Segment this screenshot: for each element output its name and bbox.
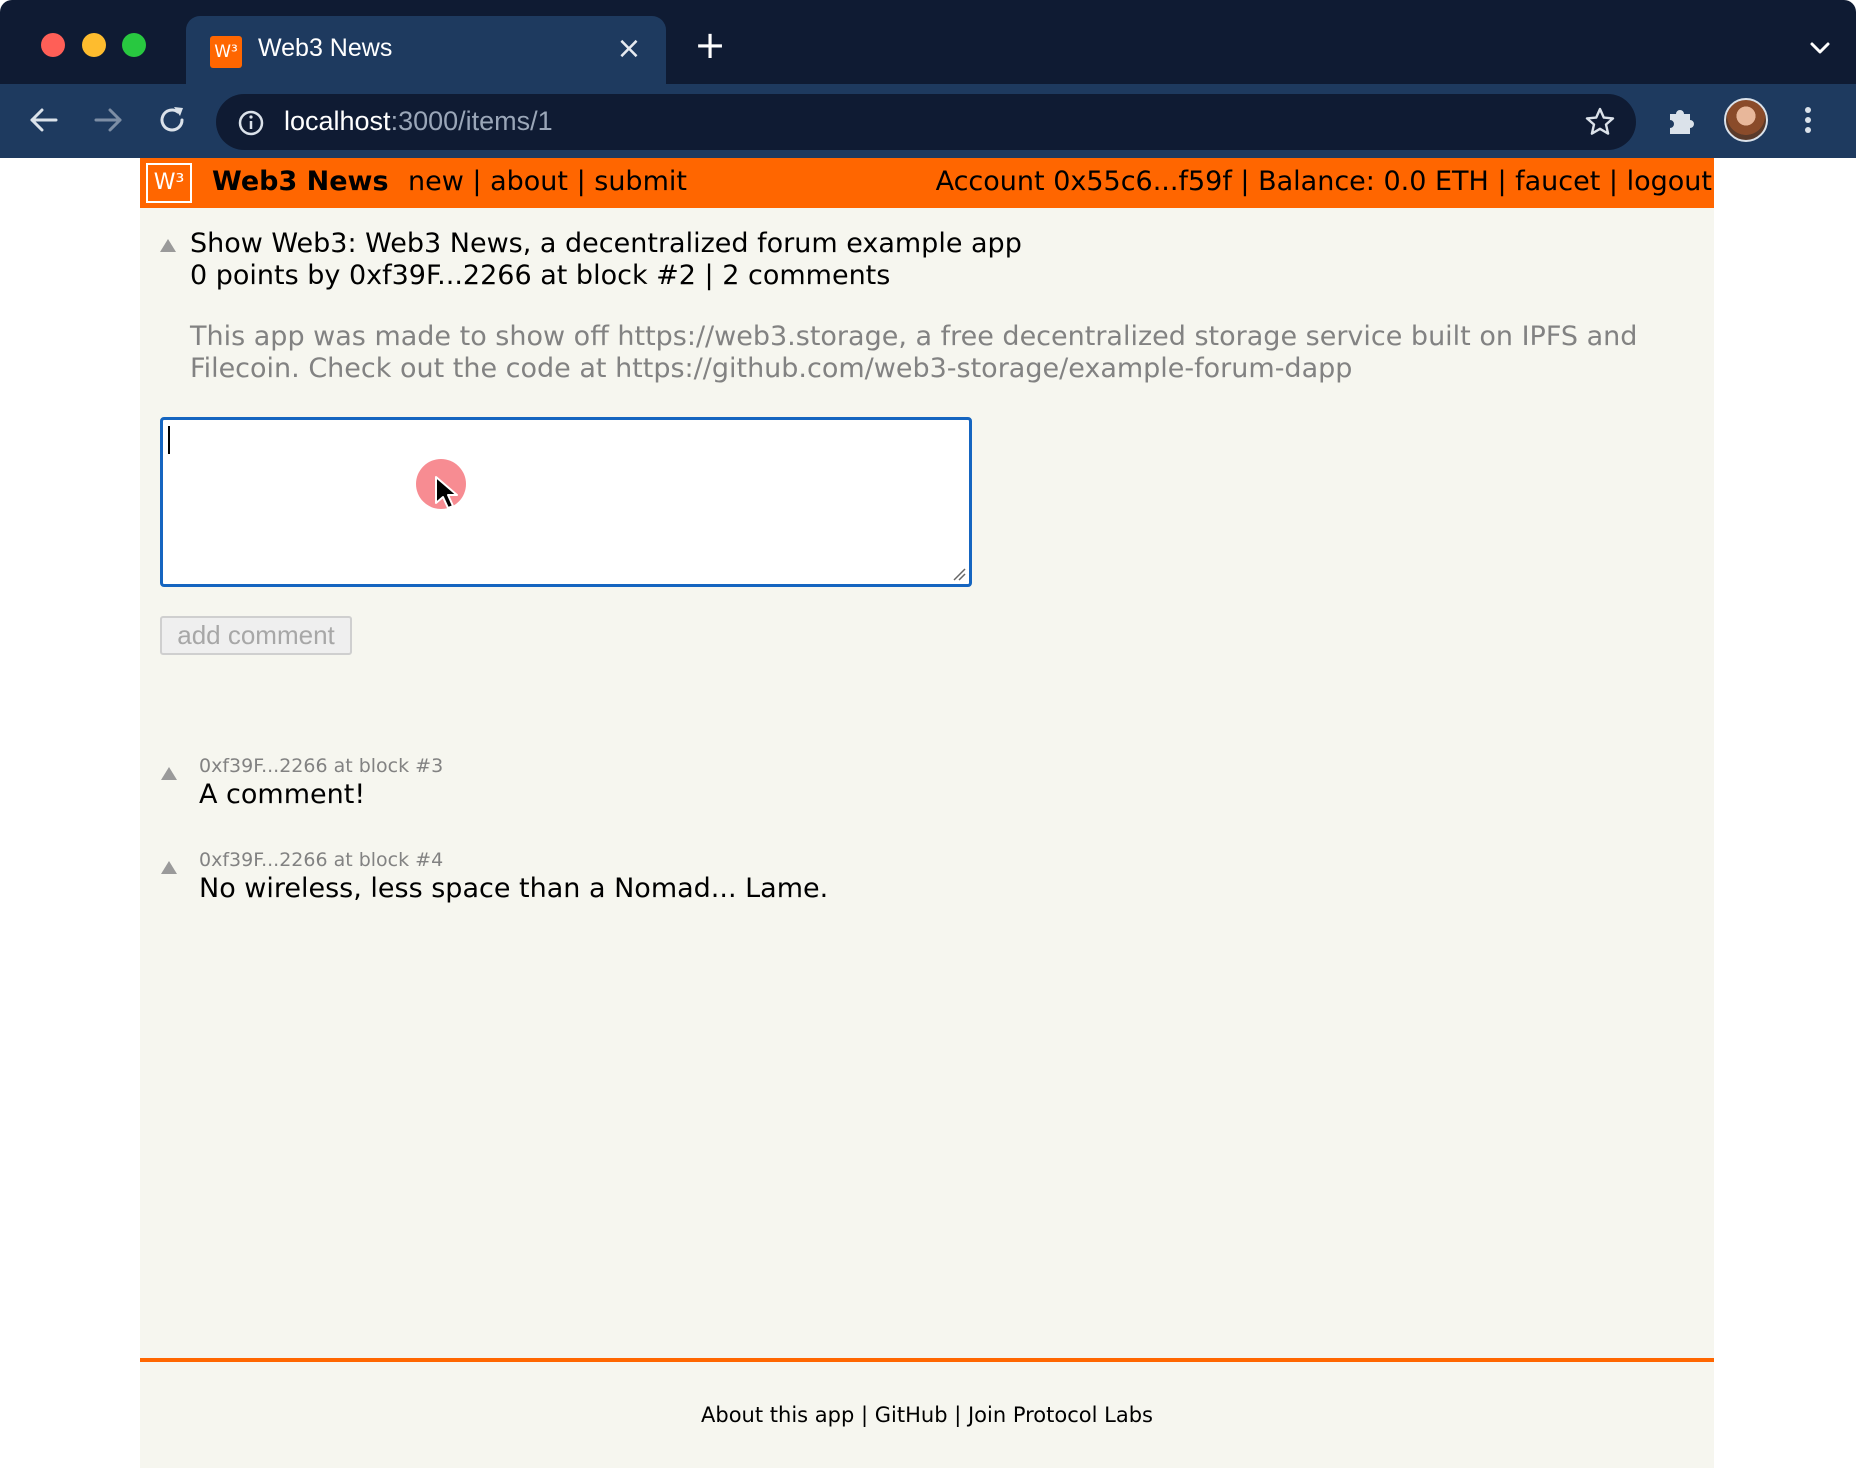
nav-separator: | (1600, 166, 1627, 197)
comment-textarea[interactable] (160, 417, 972, 587)
account-area: Account 0x55c6...f59f | Balance: 0.0 ETH… (936, 166, 1712, 197)
story-points: 0 points by 0xf39F...2266 at block #2 (190, 260, 696, 291)
page-content: W³ Web3 News new | about | submit Accoun… (140, 158, 1714, 1468)
comment-text: A comment! (199, 779, 366, 810)
close-window-button[interactable] (41, 33, 65, 57)
add-comment-button[interactable]: add comment (160, 616, 352, 655)
footer-separator: | (947, 1403, 968, 1427)
resize-grip-icon[interactable] (952, 567, 966, 581)
comment-text: No wireless, less space than a Nomad... … (199, 873, 829, 904)
minimize-window-button[interactable] (82, 33, 106, 57)
tab-title: Web3 News (258, 34, 393, 62)
comment-meta[interactable]: 0xf39F...2266 at block #4 (199, 849, 443, 871)
site-logo[interactable]: W³ (146, 163, 192, 203)
web-page: W³ Web3 News new | about | submit Accoun… (0, 158, 1856, 1468)
nav-new-link[interactable]: new (408, 166, 464, 197)
url-text[interactable]: localhost:3000/items/1 (284, 106, 553, 137)
subtext-separator: | (695, 260, 723, 291)
url-host: localhost (284, 106, 391, 136)
upvote-arrow-icon[interactable] (160, 239, 176, 252)
footer-protocol-labs-link[interactable]: Join Protocol Labs (968, 1403, 1153, 1427)
nav-separator: | (463, 166, 491, 197)
text-caret (168, 426, 170, 454)
account-balance: Balance: 0.0 ETH (1258, 166, 1489, 197)
site-brand[interactable]: Web3 News (212, 166, 389, 197)
upvote-arrow-icon[interactable] (161, 861, 177, 874)
upvote-arrow-icon[interactable] (161, 767, 177, 780)
site-nav: new | about | submit (408, 166, 687, 197)
account-address: Account 0x55c6...f59f (935, 166, 1232, 197)
puzzle-icon[interactable] (1664, 102, 1700, 138)
story-subtext: 0 points by 0xf39F...2266 at block #2 | … (190, 260, 890, 291)
chevron-down-icon[interactable] (1806, 34, 1834, 62)
story-body: This app was made to show off https://we… (190, 321, 1638, 384)
nav-separator: | (1231, 166, 1259, 197)
plus-icon[interactable]: + (692, 26, 728, 64)
url-path: :3000/items/1 (390, 106, 553, 136)
browser-tab[interactable]: W³ Web3 News × (186, 16, 666, 84)
site-footer: About this app | GitHub | Join Protocol … (140, 1403, 1714, 1427)
comments-link[interactable]: 2 comments (722, 260, 890, 291)
address-bar[interactable]: localhost:3000/items/1 (216, 94, 1636, 150)
footer-divider (140, 1358, 1714, 1362)
footer-github-link[interactable]: GitHub (875, 1403, 948, 1427)
comment-meta[interactable]: 0xf39F...2266 at block #3 (199, 755, 443, 777)
arrow-left-icon[interactable] (22, 98, 66, 142)
browser-tabstrip: W³ Web3 News × + (0, 0, 1856, 84)
reload-icon[interactable] (150, 98, 194, 142)
mouse-pointer-icon (435, 476, 458, 509)
avatar[interactable] (1724, 98, 1768, 142)
info-icon[interactable] (236, 108, 266, 138)
arrow-right-icon[interactable] (86, 98, 130, 142)
close-icon[interactable]: × (614, 34, 644, 64)
nav-separator: | (1488, 166, 1516, 197)
nav-separator: | (567, 166, 595, 197)
browser-toolbar: localhost:3000/items/1 (0, 84, 1856, 158)
nav-about-link[interactable]: about (490, 166, 568, 197)
site-header: W³ Web3 News new | about | submit Accoun… (140, 158, 1714, 208)
kebab-icon[interactable] (1796, 102, 1820, 138)
faucet-link[interactable]: faucet (1515, 166, 1600, 197)
footer-about-link[interactable]: About this app (701, 1403, 854, 1427)
logout-link[interactable]: logout (1627, 166, 1712, 197)
favicon-icon: W³ (210, 36, 242, 68)
footer-separator: | (854, 1403, 875, 1427)
maximize-window-button[interactable] (122, 33, 146, 57)
star-icon[interactable] (1584, 106, 1616, 138)
story-title[interactable]: Show Web3: Web3 News, a decentralized fo… (190, 228, 1022, 259)
nav-submit-link[interactable]: submit (594, 166, 687, 197)
